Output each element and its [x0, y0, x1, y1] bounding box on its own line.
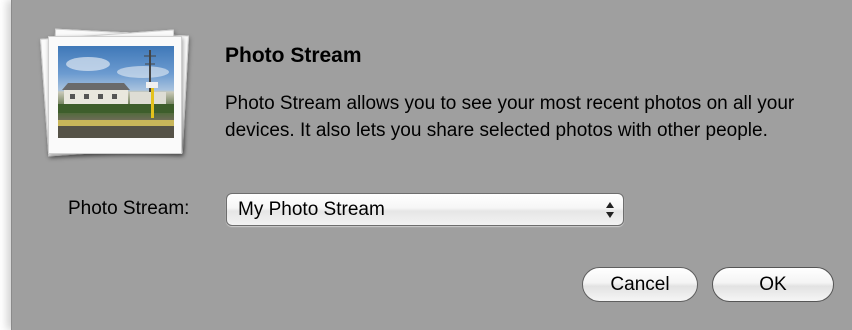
popup-selected-value: My Photo Stream	[238, 199, 385, 220]
dialog-title: Photo Stream	[225, 44, 362, 67]
cancel-button[interactable]: Cancel	[582, 267, 698, 302]
photo-stack-icon	[40, 28, 192, 158]
dialog-description: Photo Stream allows you to see your most…	[225, 93, 795, 141]
photo-stream-label: Photo Stream:	[68, 198, 190, 219]
updown-arrows-icon	[606, 202, 614, 218]
ok-button[interactable]: OK	[712, 267, 834, 302]
photo-thumbnail	[58, 46, 174, 138]
photo-stream-popup[interactable]: My Photo Stream	[226, 193, 624, 226]
photo-stream-dialog: Photo Stream Photo Stream allows you to …	[11, 0, 852, 330]
photo-card-front	[48, 36, 182, 154]
